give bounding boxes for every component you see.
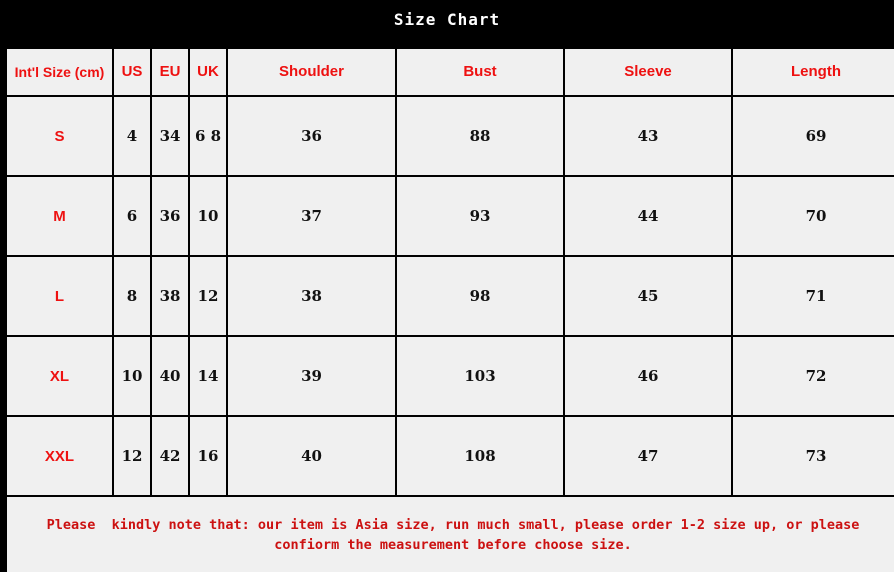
cell-sleeve: 43 <box>565 97 731 175</box>
table-row: XL 10 40 14 39 103 46 72 <box>7 337 894 415</box>
cell-us: 12 <box>114 417 150 495</box>
cell-eu: 34 <box>152 97 188 175</box>
cell-uk: 16 <box>190 417 226 495</box>
cell-shoulder: 39 <box>228 337 395 415</box>
cell-length: 70 <box>733 177 894 255</box>
cell-sleeve: 44 <box>565 177 731 255</box>
cell-bust: 98 <box>397 257 563 335</box>
column-header-eu: EU <box>152 49 188 95</box>
cell-eu: 40 <box>152 337 188 415</box>
cell-sleeve: 46 <box>565 337 731 415</box>
cell-eu: 42 <box>152 417 188 495</box>
column-header-shoulder: Shoulder <box>228 49 395 95</box>
cell-uk: 12 <box>190 257 226 335</box>
table-row: L 8 38 12 38 98 45 71 <box>7 257 894 335</box>
table-row: S 4 34 6 8 36 88 43 69 <box>7 97 894 175</box>
cell-eu: 36 <box>152 177 188 255</box>
cell-us: 4 <box>114 97 150 175</box>
column-header-bust: Bust <box>397 49 563 95</box>
cell-size: S <box>7 97 112 175</box>
table-row: M 6 36 10 37 93 44 70 <box>7 177 894 255</box>
table-row: XXL 12 42 16 40 108 47 73 <box>7 417 894 495</box>
cell-sleeve: 45 <box>565 257 731 335</box>
cell-bust: 88 <box>397 97 563 175</box>
cell-shoulder: 38 <box>228 257 395 335</box>
cell-length: 71 <box>733 257 894 335</box>
cell-length: 72 <box>733 337 894 415</box>
cell-shoulder: 36 <box>228 97 395 175</box>
cell-eu: 38 <box>152 257 188 335</box>
cell-size: M <box>7 177 112 255</box>
page-title: Size Chart <box>0 0 894 40</box>
column-header-intl-size: Int'l Size (cm) <box>7 49 112 95</box>
cell-shoulder: 40 <box>228 417 395 495</box>
cell-uk: 14 <box>190 337 226 415</box>
cell-bust: 93 <box>397 177 563 255</box>
cell-uk: 10 <box>190 177 226 255</box>
header-row: Int'l Size (cm) US EU UK Shoulder Bust S… <box>7 49 894 95</box>
cell-bust: 108 <box>397 417 563 495</box>
cell-length: 69 <box>733 97 894 175</box>
size-note: Please kindly note that: our item is Asi… <box>7 497 894 572</box>
cell-uk: 6 8 <box>190 97 226 175</box>
cell-size: XXL <box>7 417 112 495</box>
footer-row: Please kindly note that: our item is Asi… <box>7 497 894 572</box>
column-header-uk: UK <box>190 49 226 95</box>
column-header-sleeve: Sleeve <box>565 49 731 95</box>
cell-bust: 103 <box>397 337 563 415</box>
table-footer: Please kindly note that: our item is Asi… <box>7 497 894 572</box>
cell-sleeve: 47 <box>565 417 731 495</box>
cell-length: 73 <box>733 417 894 495</box>
size-chart-table: Int'l Size (cm) US EU UK Shoulder Bust S… <box>5 47 894 572</box>
column-header-us: US <box>114 49 150 95</box>
cell-size: XL <box>7 337 112 415</box>
cell-size: L <box>7 257 112 335</box>
cell-shoulder: 37 <box>228 177 395 255</box>
table-header: Int'l Size (cm) US EU UK Shoulder Bust S… <box>7 49 894 95</box>
table-body: S 4 34 6 8 36 88 43 69 M 6 36 10 37 93 4… <box>7 97 894 495</box>
cell-us: 6 <box>114 177 150 255</box>
column-header-length: Length <box>733 49 894 95</box>
cell-us: 8 <box>114 257 150 335</box>
size-chart-container: Int'l Size (cm) US EU UK Shoulder Bust S… <box>5 47 894 572</box>
cell-us: 10 <box>114 337 150 415</box>
